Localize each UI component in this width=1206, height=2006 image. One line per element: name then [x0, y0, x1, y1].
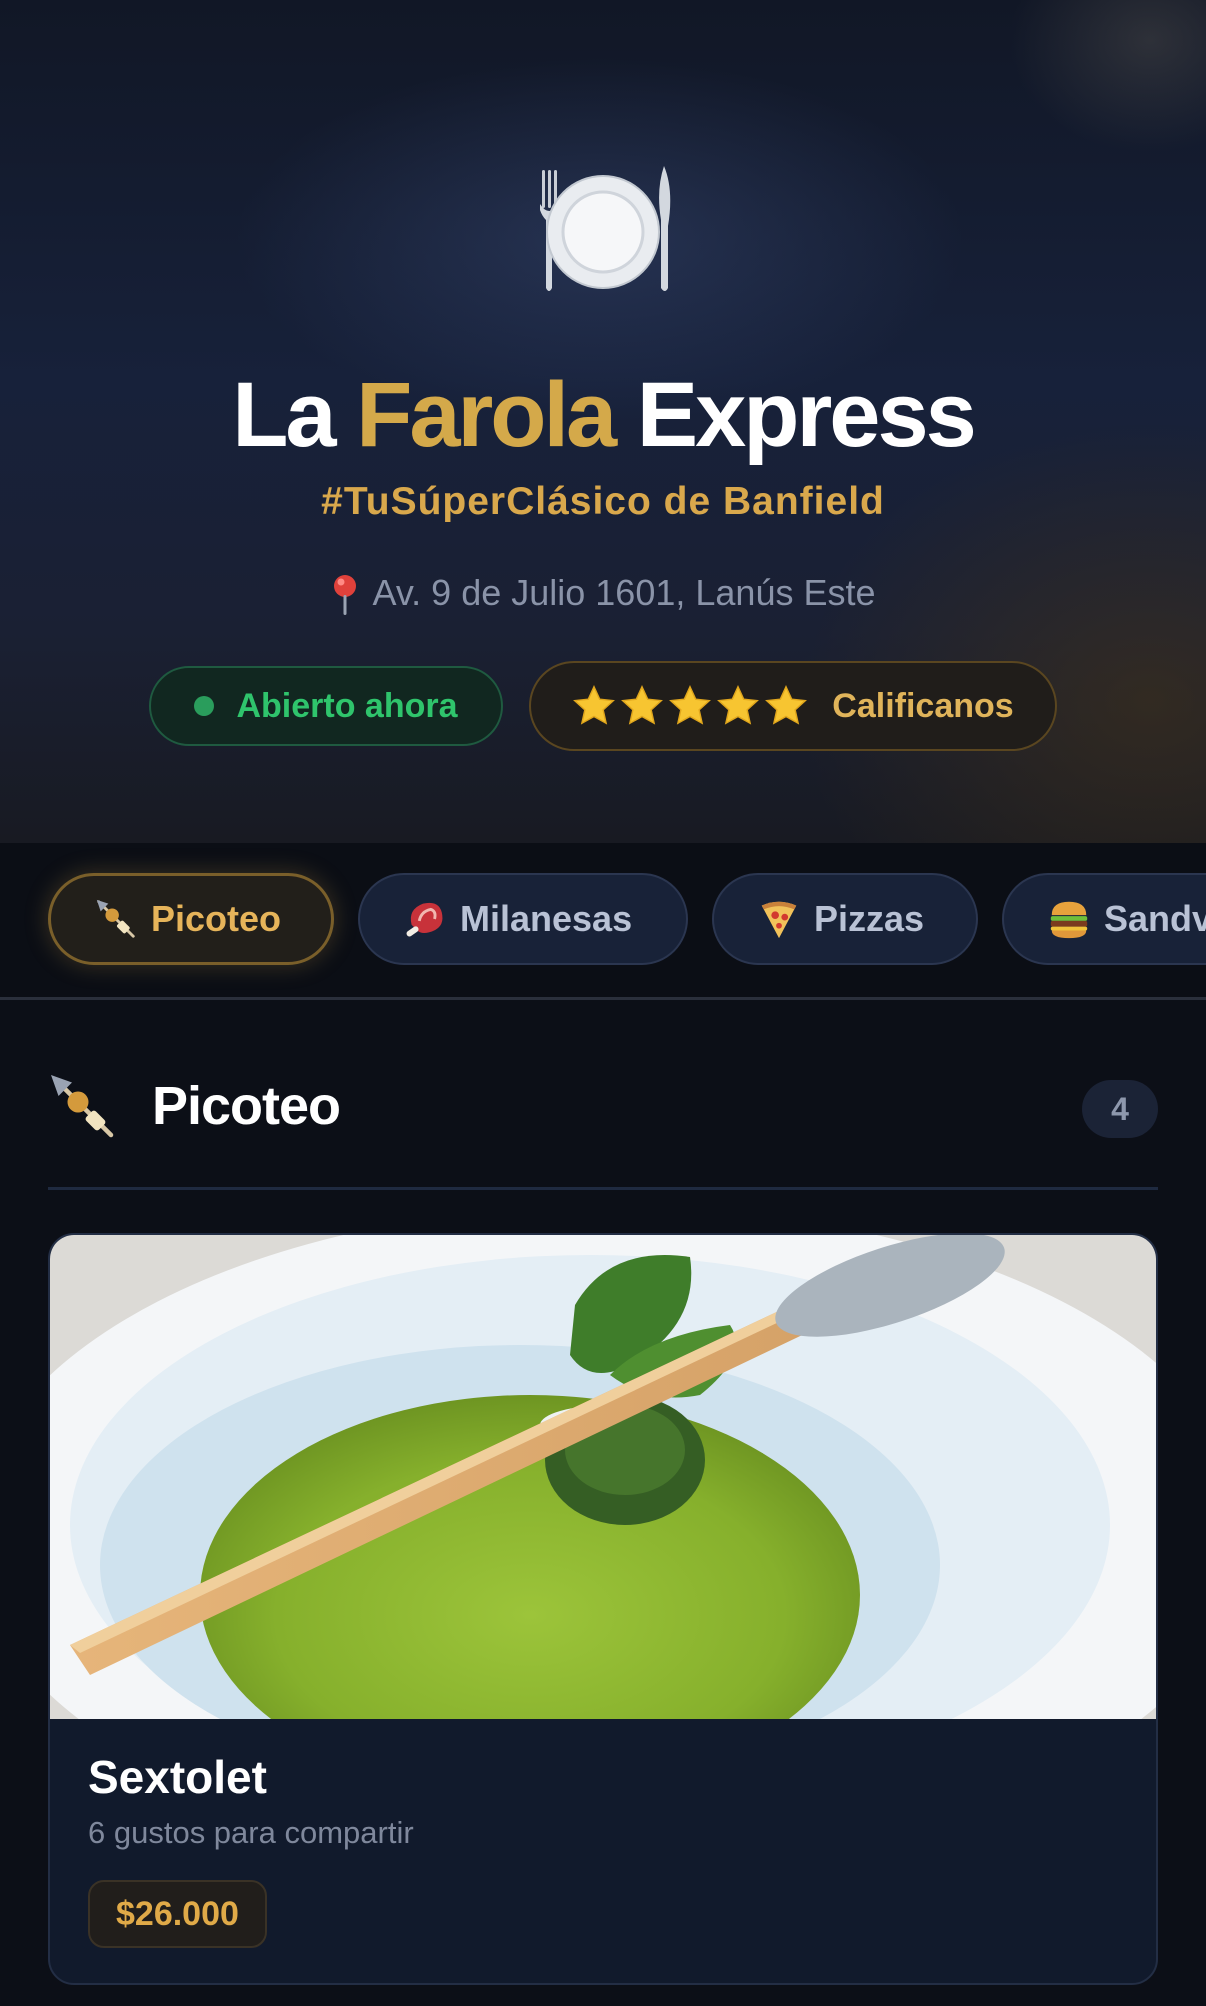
skewer-icon — [51, 1075, 114, 1138]
address-text: Av. 9 de Julio 1601, Lanús Este — [372, 572, 876, 613]
star-icon — [765, 684, 808, 725]
star-icon — [717, 684, 760, 725]
tab-picoteo[interactable]: Picoteo — [48, 873, 334, 965]
burger-icon — [1050, 901, 1088, 939]
product-image — [50, 1235, 1156, 1719]
skewer-icon — [96, 899, 135, 938]
open-status-label: Abierto ahora — [236, 686, 458, 725]
category-tabs: Picoteo Milanesas Pizzas Sandv — [0, 843, 1206, 1000]
star-icon — [669, 684, 712, 725]
tab-label: Picoteo — [151, 898, 282, 939]
star-icon — [621, 684, 664, 725]
title-part-la: La — [232, 364, 336, 466]
product-card[interactable]: Sextolet 6 gustos para compartir $26.000 — [48, 1233, 1158, 1985]
item-count-badge: 4 — [1082, 1080, 1158, 1138]
section-divider — [48, 1187, 1158, 1190]
tab-label: Milanesas — [460, 898, 633, 939]
rate-us-label: Calificanos — [832, 686, 1014, 725]
open-status-badge: Abierto ahora — [149, 666, 503, 746]
product-description: 6 gustos para compartir — [88, 1815, 414, 1850]
tab-label: Pizzas — [814, 898, 925, 939]
product-price: $26.000 — [88, 1880, 267, 1948]
meat-icon — [406, 902, 443, 937]
star-icon — [573, 684, 616, 725]
address: Av. 9 de Julio 1601, Lanús Este — [0, 572, 1206, 617]
restaurant-name: La Farola Express — [0, 360, 1206, 470]
plate-with-cutlery-icon — [540, 166, 671, 291]
title-part-express: Express — [636, 364, 977, 466]
tab-pizzas[interactable]: Pizzas — [712, 873, 978, 965]
status-dot-icon — [194, 696, 215, 716]
rate-us-button[interactable]: Calificanos — [529, 661, 1057, 751]
pizza-icon — [761, 901, 797, 939]
section-title: Picoteo — [152, 1076, 341, 1136]
title-part-farola: Farola — [356, 364, 617, 466]
rating-stars — [572, 684, 812, 728]
tagline: #TuSúperClásico de Banfield — [321, 480, 885, 523]
tab-sandwiches[interactable]: Sandv — [1002, 873, 1206, 965]
tab-label: Sandv — [1104, 898, 1206, 939]
product-name: Sextolet — [88, 1751, 267, 1803]
tab-milanesas[interactable]: Milanesas — [358, 873, 688, 965]
map-pin-icon — [334, 575, 357, 616]
restaurant-header: La Farola Express #TuSúperClásico de Ban… — [0, 0, 1206, 843]
